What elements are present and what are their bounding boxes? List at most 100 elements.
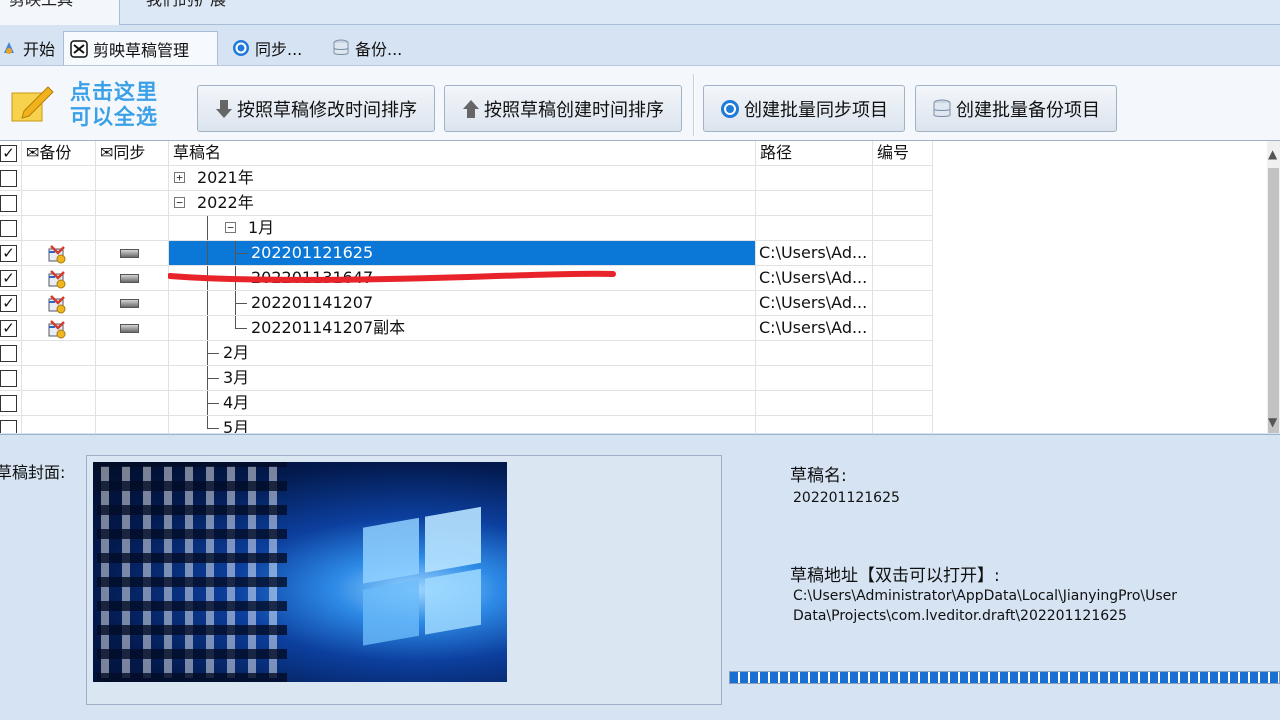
row-checkbox-cell[interactable]	[0, 391, 22, 416]
path-cell[interactable]	[756, 366, 873, 391]
number-cell[interactable]	[873, 291, 933, 316]
backup-cell[interactable]	[22, 216, 96, 241]
row-checkbox-cell[interactable]: ✓	[0, 266, 22, 291]
row-checkbox-cell[interactable]	[0, 366, 22, 391]
backup-cell[interactable]	[22, 266, 96, 291]
row-checkbox-cell[interactable]	[0, 191, 22, 216]
backup-cell[interactable]	[22, 191, 96, 216]
name-cell[interactable]: 202201141207副本	[169, 316, 756, 341]
header-sync[interactable]: ✉同步	[96, 141, 169, 166]
tab-start[interactable]: 开始	[0, 32, 61, 63]
name-cell[interactable]: 2022年 −	[169, 191, 756, 216]
header-path[interactable]: 路径	[756, 141, 873, 166]
path-cell[interactable]: C:\Users\Ad...	[756, 266, 873, 291]
row-checkbox[interactable]: ✓	[0, 320, 17, 337]
row-checkbox-cell[interactable]: ✓	[0, 291, 22, 316]
name-cell[interactable]: 202201141207	[169, 291, 756, 316]
number-cell[interactable]	[873, 191, 933, 216]
row-checkbox-cell[interactable]	[0, 216, 22, 241]
sync-cell[interactable]	[96, 316, 169, 341]
row-checkbox-cell[interactable]: ✓	[0, 241, 22, 266]
tab-our-extensions[interactable]: 我们的扩展	[134, 0, 238, 25]
batch-backup-button[interactable]: 创建批量备份项目	[915, 85, 1117, 132]
name-cell[interactable]: 202201131647	[169, 266, 756, 291]
header-name[interactable]: 草稿名	[169, 141, 756, 166]
table-row[interactable]: 1月 −	[0, 216, 933, 241]
row-checkbox[interactable]	[0, 195, 17, 212]
number-cell[interactable]	[873, 416, 933, 433]
table-row[interactable]: ✓ 202201131647 C:\Users\Ad...	[0, 266, 933, 291]
header-backup[interactable]: ✉备份	[22, 141, 96, 166]
sync-cell[interactable]	[96, 266, 169, 291]
cover-thumbnail[interactable]	[93, 462, 507, 682]
row-checkbox[interactable]: ✓	[0, 295, 17, 312]
backup-cell[interactable]	[22, 366, 96, 391]
batch-sync-button[interactable]: 创建批量同步项目	[703, 85, 905, 132]
backup-cell[interactable]	[22, 316, 96, 341]
table-row[interactable]: 5月	[0, 416, 933, 433]
collapse-icon[interactable]: −	[174, 197, 185, 208]
row-checkbox[interactable]	[0, 420, 17, 433]
row-checkbox-cell[interactable]	[0, 416, 22, 433]
path-cell[interactable]	[756, 191, 873, 216]
select-all-checkbox[interactable]: ✓	[0, 145, 17, 162]
backup-cell[interactable]	[22, 291, 96, 316]
table-row[interactable]: 4月	[0, 391, 933, 416]
row-checkbox[interactable]	[0, 170, 17, 187]
number-cell[interactable]	[873, 341, 933, 366]
path-cell[interactable]	[756, 416, 873, 433]
sync-cell[interactable]	[96, 291, 169, 316]
backup-cell[interactable]	[22, 166, 96, 191]
header-number[interactable]: 编号	[873, 141, 933, 166]
number-cell[interactable]	[873, 266, 933, 291]
number-cell[interactable]	[873, 391, 933, 416]
sync-cell[interactable]	[96, 216, 169, 241]
table-row[interactable]: 2022年 −	[0, 191, 933, 216]
expand-icon[interactable]: +	[174, 172, 185, 183]
backup-cell[interactable]	[22, 416, 96, 433]
row-checkbox-cell[interactable]	[0, 341, 22, 366]
draft-path-value[interactable]: C:\Users\Administrator\AppData\Local\Jia…	[793, 586, 1213, 626]
number-cell[interactable]	[873, 316, 933, 341]
row-checkbox-cell[interactable]	[0, 166, 22, 191]
sync-cell[interactable]	[96, 391, 169, 416]
collapse-icon[interactable]: −	[225, 222, 236, 233]
name-cell[interactable]: 3月	[169, 366, 756, 391]
scrollbar-thumb[interactable]	[1268, 168, 1279, 433]
name-cell[interactable]: 5月	[169, 416, 756, 433]
table-row[interactable]: ✓ 202201121625 C:\Users\Ad...	[0, 241, 933, 266]
path-cell[interactable]	[756, 341, 873, 366]
table-row[interactable]: 2月	[0, 341, 933, 366]
tab-sync[interactable]: 同步...	[226, 32, 308, 63]
select-all-hint[interactable]: 点击这里 可以全选	[70, 80, 158, 130]
tab-draft-manager[interactable]: 剪映草稿管理	[63, 31, 218, 65]
row-checkbox-cell[interactable]: ✓	[0, 316, 22, 341]
name-cell[interactable]: 2021年 +	[169, 166, 756, 191]
backup-cell[interactable]	[22, 341, 96, 366]
row-checkbox[interactable]: ✓	[0, 245, 17, 262]
scroll-down-icon[interactable]: ▼	[1268, 415, 1277, 429]
name-cell[interactable]: 4月	[169, 391, 756, 416]
scroll-up-icon[interactable]: ▲	[1268, 147, 1277, 161]
number-cell[interactable]	[873, 366, 933, 391]
sync-cell[interactable]	[96, 341, 169, 366]
table-row[interactable]: ✓ 202201141207副本 C:\Users\Ad...	[0, 316, 933, 341]
vertical-scrollbar[interactable]: ▲ ▼	[1267, 141, 1280, 433]
number-cell[interactable]	[873, 216, 933, 241]
sync-cell[interactable]	[96, 166, 169, 191]
number-cell[interactable]	[873, 166, 933, 191]
number-cell[interactable]	[873, 241, 933, 266]
sync-cell[interactable]	[96, 416, 169, 433]
sync-cell[interactable]	[96, 366, 169, 391]
path-cell[interactable]: C:\Users\Ad...	[756, 241, 873, 266]
name-cell[interactable]: 2月	[169, 341, 756, 366]
path-cell[interactable]	[756, 216, 873, 241]
tab-capcut-tools[interactable]: 剪映工具	[0, 0, 120, 25]
tab-backup[interactable]: 备份...	[326, 32, 408, 63]
backup-cell[interactable]	[22, 241, 96, 266]
header-select-all[interactable]: ✓	[0, 141, 22, 166]
sync-cell[interactable]	[96, 241, 169, 266]
sync-cell[interactable]	[96, 191, 169, 216]
table-row[interactable]: ✓ 202201141207 C:\Users\Ad...	[0, 291, 933, 316]
row-checkbox[interactable]	[0, 345, 17, 362]
